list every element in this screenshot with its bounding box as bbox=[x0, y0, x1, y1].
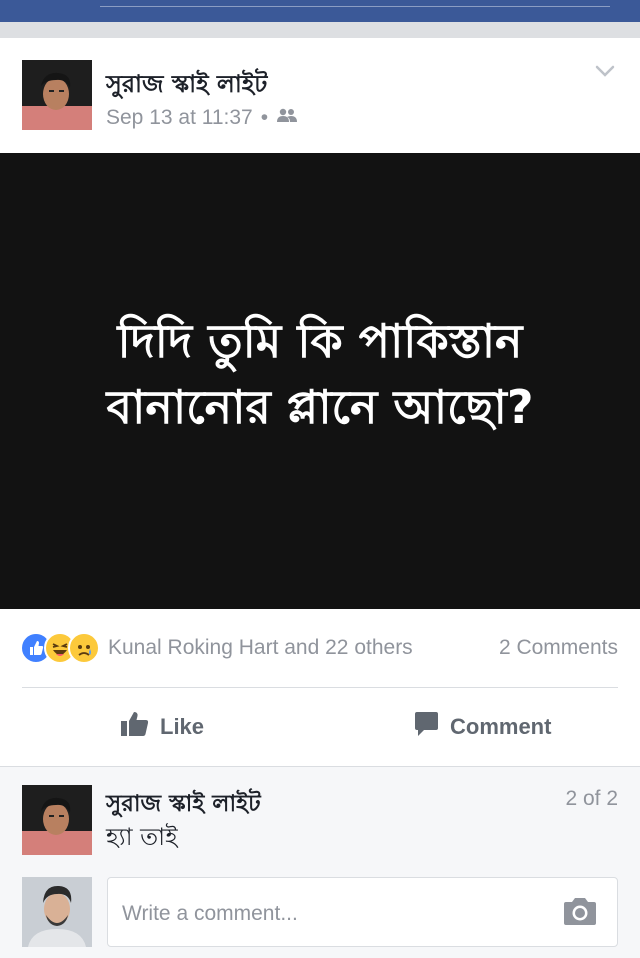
comment-icon bbox=[412, 710, 440, 744]
like-icon bbox=[120, 710, 150, 744]
post-timestamp[interactable]: Sep 13 at 11:37 bbox=[106, 106, 253, 130]
comment-button-label: Comment bbox=[450, 714, 552, 739]
like-button-label: Like bbox=[160, 714, 205, 739]
camera-icon[interactable] bbox=[561, 896, 599, 933]
image-text-line-2: বানানোর প্লানে আছো? bbox=[106, 380, 534, 434]
post-image-text: দিদি তুমি কি পাকিস্তান বানানোর প্লানে আছ… bbox=[0, 308, 640, 440]
post-meta: Sep 13 at 11:37 • bbox=[106, 106, 298, 130]
post-card: সুরাজ স্কাই লাইট Sep 13 at 11:37 • দিদি … bbox=[0, 38, 640, 766]
commenter-avatar[interactable] bbox=[22, 785, 92, 855]
comment-input[interactable]: Write a comment... bbox=[107, 877, 618, 947]
sad-reaction-icon bbox=[68, 632, 100, 664]
reaction-summary[interactable]: Kunal Roking Hart and 22 others bbox=[20, 632, 413, 664]
post-image[interactable]: দিদি তুমি কি পাকিস্তান বানানোর প্লানে আছ… bbox=[0, 153, 640, 609]
top-bar-line bbox=[100, 6, 610, 7]
comment-input-placeholder: Write a comment... bbox=[122, 902, 298, 925]
friends-icon bbox=[276, 106, 298, 130]
like-button[interactable]: Like bbox=[120, 710, 204, 744]
comment-text: হ্যা তাই bbox=[106, 823, 178, 851]
chevron-down-icon[interactable] bbox=[592, 58, 618, 84]
post-author-name[interactable]: সুরাজ স্কাই লাইট bbox=[106, 66, 267, 106]
comment-button[interactable]: Comment bbox=[412, 710, 551, 744]
meta-separator: • bbox=[260, 106, 269, 129]
comments-section: সুরাজ স্কাই লাইট হ্যা তাই 2 of 2 Write a… bbox=[0, 766, 640, 958]
top-navigation-bar bbox=[0, 0, 640, 22]
current-user-avatar bbox=[22, 877, 92, 947]
author-avatar[interactable] bbox=[22, 60, 92, 130]
action-divider bbox=[22, 687, 618, 688]
image-text-line-1: দিদি তুমি কি পাকিস্তান bbox=[117, 314, 523, 368]
comment-pager: 2 of 2 bbox=[565, 787, 618, 810]
reaction-summary-text[interactable]: Kunal Roking Hart and 22 others bbox=[108, 636, 413, 660]
comments-count-link[interactable]: 2 Comments bbox=[499, 636, 618, 660]
feed-gap bbox=[0, 22, 640, 38]
